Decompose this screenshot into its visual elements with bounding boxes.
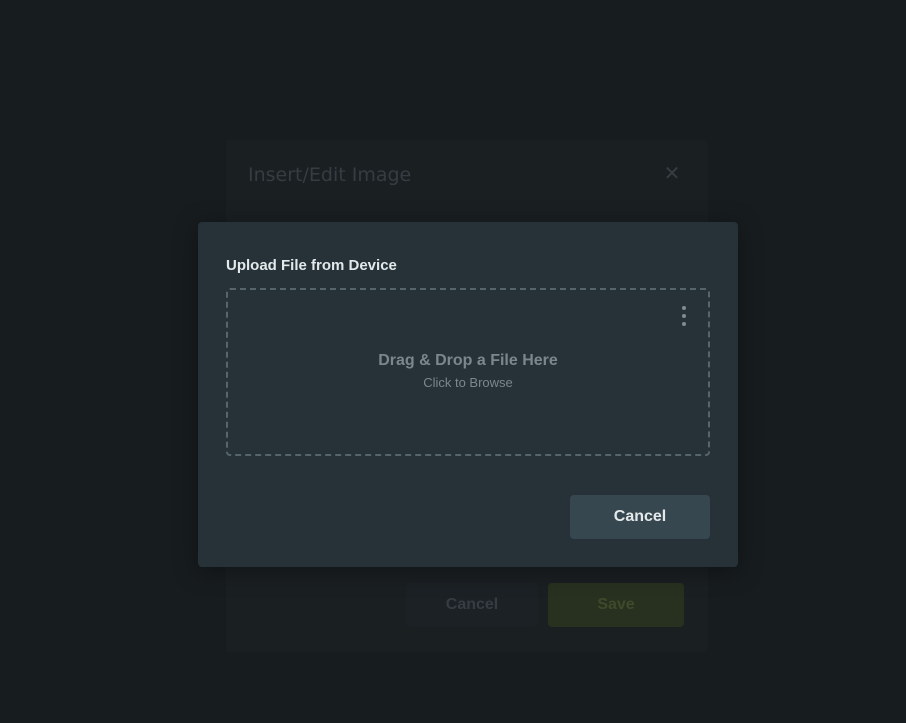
dropzone-primary-text: Drag & Drop a File Here (378, 352, 558, 369)
page: Insert/Edit Image ✕ Cancel Save Upload F… (0, 0, 906, 723)
upload-file-dialog: Upload File from Device Drag & Drop a Fi… (198, 222, 738, 567)
kebab-menu-icon[interactable] (678, 306, 690, 326)
upload-dialog-title: Upload File from Device (226, 257, 397, 274)
close-icon[interactable]: ✕ (662, 164, 682, 184)
cancel-button[interactable]: Cancel (570, 495, 710, 539)
dropzone-browse-link[interactable]: Click to Browse (228, 375, 708, 390)
background-cancel-button[interactable]: Cancel (406, 583, 538, 627)
file-dropzone[interactable]: Drag & Drop a File Here Click to Browse (226, 288, 710, 456)
background-save-button[interactable]: Save (548, 583, 684, 627)
dialog-title: Insert/Edit Image (248, 164, 412, 186)
